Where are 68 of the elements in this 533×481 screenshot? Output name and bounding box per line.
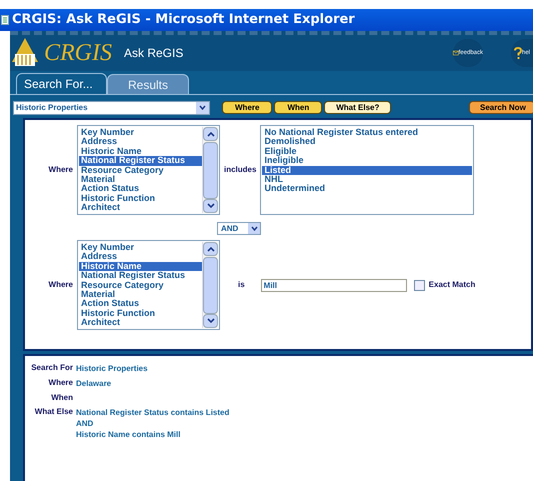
tab[interactable]: Search For... (16, 73, 107, 94)
list-item[interactable]: National Register Status (79, 156, 202, 166)
list-item[interactable]: Historic Name (79, 262, 202, 272)
text-field[interactable]: Mill (260, 278, 407, 292)
list-item[interactable]: Address (79, 137, 202, 147)
window-title: CRGIS: Ask ReGIS - Microsoft Internet Explorer (12, 11, 355, 30)
filter-button[interactable]: What Else? (324, 101, 392, 114)
scrollbar[interactable] (202, 242, 218, 328)
operator-label: includes (224, 164, 256, 176)
envelope-icon (453, 49, 459, 57)
operator-label: is (238, 279, 245, 291)
question-mark-icon (514, 46, 522, 60)
list-item[interactable]: Material (79, 290, 202, 300)
field-label: Where (48, 164, 73, 176)
list-item[interactable]: Demolished (262, 137, 472, 147)
list-item[interactable]: Action Status (79, 184, 202, 194)
list-item[interactable]: Eligible (262, 146, 472, 156)
list-item[interactable]: Address (79, 252, 202, 262)
checkbox-label: Exact Match (428, 279, 476, 291)
app-name: Ask ReGIS (124, 45, 184, 62)
summary-value: National Register Status contains Listed (76, 407, 230, 418)
search-for-dropdown[interactable]: Historic Properties (13, 100, 210, 114)
summary-label: When (50, 393, 73, 403)
caret-icon (196, 102, 209, 114)
scroll-down-icon[interactable] (203, 199, 218, 213)
field-label: Where (48, 279, 73, 291)
summary-label: Search For (30, 363, 73, 374)
summary-value: Delaware (76, 378, 112, 389)
summary-label: Where (48, 378, 73, 389)
scroll-up-icon[interactable] (203, 242, 218, 256)
logo-text: CRGIS (44, 39, 112, 68)
filter-button[interactable]: Where (222, 101, 272, 114)
scroll-down-icon[interactable] (203, 314, 218, 328)
scroll-up-icon[interactable] (203, 127, 218, 141)
caret-icon (248, 223, 260, 234)
list-item[interactable]: Resource Category (79, 280, 202, 290)
list-item[interactable]: Ineligible (262, 156, 472, 166)
scroll-thumb[interactable] (203, 256, 218, 314)
filter-button[interactable]: When (274, 101, 322, 114)
list-item[interactable]: Action Status (79, 299, 202, 309)
search-now-button[interactable]: Search Now (469, 101, 533, 114)
list-item[interactable]: No National Register Status entered (262, 128, 472, 138)
list-box[interactable]: Key Number Address Historic Name National Register Status Resource Category Material Action Status Historic Function Architect (77, 240, 220, 330)
list-box[interactable]: No National Register Status entered Demolished Eligible Ineligible Listed NHL Undetermined (260, 125, 474, 215)
list-item[interactable]: Resource Category (79, 166, 202, 176)
list-item[interactable]: Architect (79, 203, 202, 213)
list-item[interactable]: Architect (79, 318, 202, 328)
list-item[interactable]: Listed (262, 166, 472, 176)
list-item[interactable]: Key Number (79, 128, 202, 138)
page-icon (1, 15, 9, 25)
scroll-thumb[interactable] (203, 142, 218, 200)
summary-value: AND (76, 418, 94, 429)
list-item[interactable]: Key Number (79, 243, 202, 252)
list-item[interactable]: Historic Name (79, 146, 202, 156)
checkbox[interactable] (414, 280, 425, 290)
list-item[interactable]: NHL (262, 175, 472, 184)
summary-value: Historic Properties (76, 363, 148, 374)
summary-label: What Else (34, 407, 73, 418)
list-item[interactable]: National Register Status (79, 271, 202, 281)
list-item[interactable]: Historic Function (79, 194, 202, 204)
temple-icon (12, 38, 38, 68)
list-item[interactable]: Undetermined (262, 184, 472, 194)
list-item[interactable]: Historic Function (79, 308, 202, 318)
connector-dropdown[interactable]: AND (217, 222, 261, 235)
summary-value: Historic Name contains Mill (76, 429, 182, 440)
list-item[interactable]: Material (79, 175, 202, 184)
list-box[interactable]: Key Number Address Historic Name National Register Status Resource Category Material Action Status Historic Function Architect (77, 125, 220, 215)
scrollbar[interactable] (202, 127, 218, 213)
